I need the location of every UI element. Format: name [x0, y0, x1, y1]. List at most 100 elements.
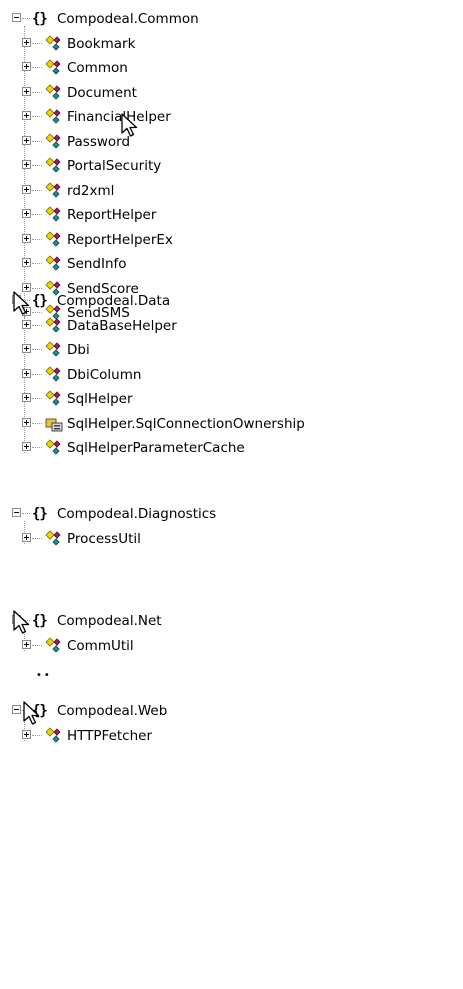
namespace-group: {} Compodeal.Web HTTPFetcher: [0, 700, 463, 759]
expand-toggle[interactable]: [22, 442, 31, 451]
tree-connector: [32, 447, 42, 448]
expand-toggle[interactable]: [22, 393, 31, 402]
namespace-group: {} Compodeal.Diagnostics ProcessUtil: [0, 503, 463, 562]
class-label: rd2xml: [67, 182, 115, 199]
class-icon: [45, 529, 61, 546]
tree-connector: [32, 422, 42, 424]
cursor-overlay: [22, 701, 44, 727]
class-label: Bookmark: [67, 35, 136, 52]
expand-toggle[interactable]: [22, 258, 31, 267]
class-icon: [45, 439, 61, 455]
class-label: SqlHelper.SqlConnectionOwnership: [67, 415, 305, 432]
class-icon: [45, 390, 61, 406]
cursor-overlay: [120, 113, 142, 139]
tree-connector: [32, 214, 42, 215]
namespace-group: {} Compodeal.Common Bookmark Common Document…: [0, 8, 463, 337]
class-icon: [45, 34, 61, 51]
expand-toggle[interactable]: [22, 368, 31, 378]
mouse-pointer-icon: [23, 701, 40, 725]
class-icon: [45, 365, 61, 382]
class-label: ReportHelperEx: [67, 231, 173, 248]
expand-toggle[interactable]: [22, 111, 31, 120]
expand-toggle[interactable]: [22, 184, 31, 194]
tree-connector-line: [24, 308, 25, 453]
class-label: Dbi: [67, 342, 90, 358]
class-icon: [45, 636, 61, 653]
tree-connector: [32, 165, 42, 166]
tree-connector: [32, 42, 42, 44]
class-icon: [45, 59, 61, 75]
class-label: SqlHelper: [67, 391, 133, 407]
class-label: DataBaseHelper: [67, 317, 177, 334]
class-label: ProcessUtil: [67, 530, 141, 547]
tree-connector: [32, 116, 42, 117]
class-label: CommUtil: [67, 637, 134, 654]
class-icon: [45, 726, 61, 743]
collapse-toggle[interactable]: [12, 705, 21, 714]
mouse-pointer-icon: [13, 291, 30, 315]
tree-connector: [32, 238, 42, 240]
expand-toggle[interactable]: [22, 86, 31, 96]
class-icon: [45, 230, 61, 247]
namespace-braces-icon: {}: [32, 11, 48, 27]
namespace-label: Compodeal.Diagnostics: [57, 506, 217, 522]
mouse-pointer-icon: [121, 113, 138, 137]
tree-connector: [32, 349, 42, 350]
tree-connector: [32, 67, 42, 68]
tree-connector: [32, 398, 42, 399]
class-label: DbiColumn: [67, 366, 142, 383]
class-icon: [45, 181, 61, 198]
expand-toggle[interactable]: [22, 135, 31, 145]
expand-toggle[interactable]: [22, 344, 31, 353]
collapse-toggle[interactable]: [12, 508, 21, 517]
expand-toggle[interactable]: [22, 639, 31, 649]
namespace-braces-icon: {}: [32, 506, 48, 522]
tree-connector: [32, 644, 42, 646]
cursor-overlay: [12, 291, 34, 317]
class-icon: [45, 341, 61, 357]
namespace-braces-icon: {}: [32, 293, 48, 309]
tree-connector: [22, 513, 30, 514]
class-label: SendInfo: [67, 256, 127, 272]
class-label: HTTPFetcher: [67, 727, 153, 744]
expand-toggle[interactable]: [22, 160, 31, 169]
tree-connector: [32, 263, 42, 264]
class-icon: [45, 157, 61, 173]
class-icon: [45, 255, 61, 271]
expand-toggle[interactable]: [22, 62, 31, 71]
cursor-overlay: [12, 610, 34, 636]
expand-toggle[interactable]: [22, 37, 31, 47]
namespace-label: Compodeal.Common: [57, 11, 199, 27]
continuation-dots: ••: [36, 670, 52, 681]
expand-toggle[interactable]: [22, 417, 31, 427]
tree-connector: [32, 373, 42, 375]
expand-toggle[interactable]: [22, 729, 31, 739]
class-icon: [45, 206, 61, 222]
mouse-pointer-icon: [13, 610, 30, 634]
namespace-group: {} Compodeal.Net CommUtil: [0, 610, 463, 669]
tree-connector: [32, 537, 42, 539]
collapse-toggle[interactable]: [12, 13, 21, 22]
tree-connector: [32, 734, 42, 736]
tree-connector: [32, 140, 42, 142]
expand-toggle[interactable]: [22, 319, 31, 329]
namespace-label: Compodeal.Web: [57, 703, 168, 719]
expand-toggle[interactable]: [22, 233, 31, 243]
namespace-label: Compodeal.Net: [57, 613, 162, 629]
class-label: FinancialHelper: [67, 109, 171, 125]
class-label: PortalSecurity: [67, 158, 162, 174]
expand-toggle[interactable]: [22, 209, 31, 218]
namespace-braces-icon: {}: [32, 613, 48, 629]
namespace-label: Compodeal.Data: [57, 293, 171, 309]
expand-toggle[interactable]: [22, 532, 31, 542]
namespace-group: {} Compodeal.Data DataBaseHelper Dbi DbiColu…: [0, 290, 463, 472]
class-icon: [45, 83, 61, 100]
class-label: Common: [67, 60, 128, 76]
tree-connector: [32, 91, 42, 93]
class-icon: [45, 316, 61, 333]
tree-connector: [32, 324, 42, 326]
class-label: Document: [67, 84, 137, 101]
class-icon: [45, 108, 61, 124]
tree-connector: [32, 189, 42, 191]
class-icon: [45, 132, 61, 149]
